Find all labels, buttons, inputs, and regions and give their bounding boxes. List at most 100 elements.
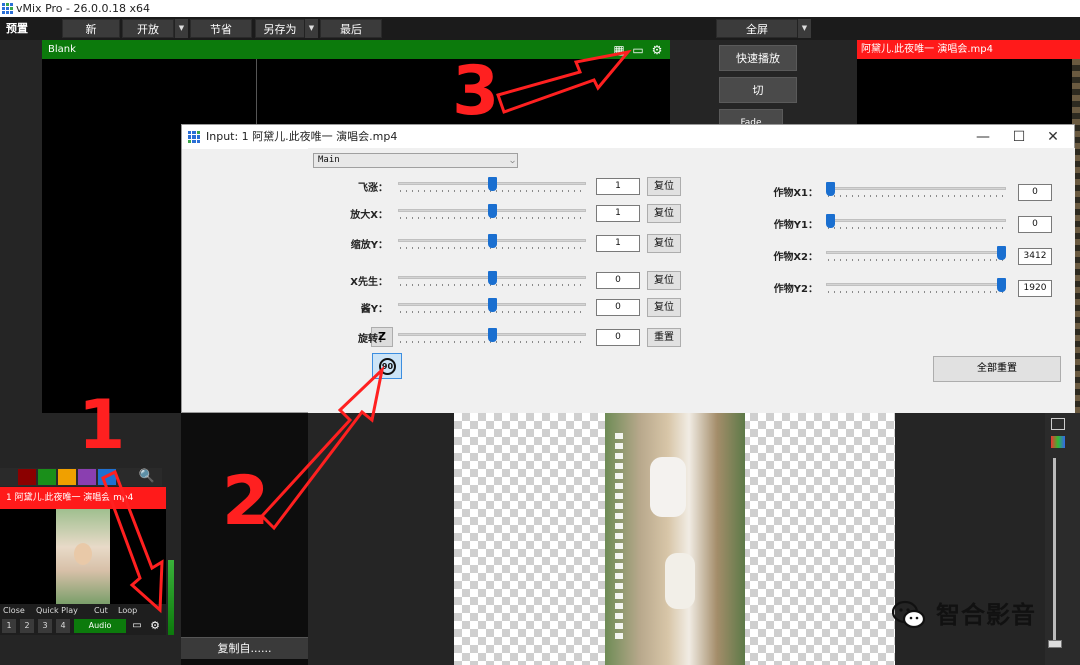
color-icon[interactable] <box>1051 436 1065 448</box>
param-reset-button[interactable]: 复位 <box>647 298 681 317</box>
cut-button[interactable]: 切 <box>719 77 797 103</box>
crop-label: 作物Y1： <box>773 220 818 231</box>
overlay-4-button[interactable]: 4 <box>56 619 70 633</box>
close-button[interactable]: Close <box>3 604 25 618</box>
reset-all-button[interactable]: 全部重置 <box>933 356 1061 382</box>
crop-label: 作物X2： <box>773 252 818 263</box>
param-reset-button[interactable]: 重置 <box>647 328 681 347</box>
param-value-input[interactable]: 0 <box>596 329 640 346</box>
audio-button[interactable]: Audio <box>74 619 126 633</box>
app-title: vMix Pro - 26.0.0.18 x64 <box>16 2 150 15</box>
param-value-input[interactable]: 0 <box>596 299 640 316</box>
preview-title: Blank <box>48 44 76 55</box>
close-icon[interactable]: ✕ <box>1036 125 1070 149</box>
preview-label: 预置 <box>6 22 28 35</box>
param-value-input[interactable]: 1 <box>596 205 640 222</box>
slider-thumb[interactable] <box>488 271 497 285</box>
param-label: X先生： <box>350 277 388 288</box>
app-titlebar: vMix Pro - 26.0.0.18 x64 <box>0 0 1080 17</box>
loop-button[interactable]: Loop <box>118 604 137 618</box>
rotate-90-icon: 90 <box>379 358 396 375</box>
last-button[interactable]: 最后 <box>320 19 382 38</box>
rotate-90-button[interactable]: 90 <box>372 353 402 379</box>
crop-value-input[interactable]: 0 <box>1018 184 1052 201</box>
cut-small-button[interactable]: Cut <box>94 604 108 618</box>
open-dropdown-arrow-icon[interactable]: ▼ <box>174 19 188 38</box>
crop-value-input[interactable]: 3412 <box>1018 248 1052 265</box>
color-tag-blue[interactable] <box>98 469 116 485</box>
slider-thumb[interactable] <box>826 214 835 228</box>
video-figure <box>650 457 686 517</box>
save-as-dropdown-arrow-icon[interactable]: ▼ <box>304 19 318 38</box>
vmix-logo-icon <box>2 3 13 14</box>
minimize-icon[interactable]: — <box>966 125 1000 149</box>
input-gear-icon[interactable]: ⚙ <box>148 619 162 633</box>
crop-value-input[interactable]: 1920 <box>1018 280 1052 297</box>
crop-slider[interactable] <box>826 214 1006 232</box>
screen-icon[interactable]: ▭ <box>631 43 645 57</box>
color-tag-green[interactable] <box>38 469 56 485</box>
output-header: 阿黛儿.此夜唯一 演唱会.mp4 <box>857 40 1080 59</box>
color-tag-orange[interactable] <box>58 469 76 485</box>
param-value-input[interactable]: 1 <box>596 178 640 195</box>
screen-small-icon[interactable] <box>1051 418 1065 430</box>
audio-vu-meter <box>168 560 174 635</box>
param-slider[interactable] <box>398 271 586 289</box>
search-icon[interactable]: 🔍 <box>138 469 156 485</box>
multiview-icon[interactable]: ▦ <box>612 43 626 57</box>
overlay-1-button[interactable]: 1 <box>2 619 16 633</box>
layer-select-value: Main <box>318 155 340 165</box>
slider-thumb[interactable] <box>488 177 497 191</box>
overlay-2-button[interactable]: 2 <box>20 619 34 633</box>
slider-track <box>826 219 1006 222</box>
param-slider[interactable] <box>398 234 586 252</box>
dialog-titlebar: Input: 1 阿黛儿.此夜唯一 演唱会.mp4 — ☐ ✕ <box>182 125 1074 149</box>
input-quick-controls: Close Quick Play Cut Loop <box>0 604 166 618</box>
slider-thumb[interactable] <box>488 234 497 248</box>
crop-slider[interactable] <box>826 278 1006 296</box>
fullscreen-dropdown-arrow-icon[interactable]: ▼ <box>797 19 811 38</box>
param-slider[interactable] <box>398 204 586 222</box>
slider-track <box>826 283 1006 286</box>
overlay-3-button[interactable]: 3 <box>38 619 52 633</box>
param-value-input[interactable]: 0 <box>596 272 640 289</box>
quick-play-small-button[interactable]: Quick Play <box>36 604 78 618</box>
param-value-input[interactable]: 1 <box>596 235 640 252</box>
crop-slider[interactable] <box>826 246 1006 264</box>
input-thumbnail[interactable] <box>0 509 166 604</box>
param-slider[interactable] <box>398 328 586 346</box>
maximize-icon[interactable]: ☐ <box>1002 125 1036 149</box>
monitor-icon[interactable]: ▭ <box>130 619 144 633</box>
param-reset-button[interactable]: 复位 <box>647 234 681 253</box>
quick-play-button[interactable]: 快速播放 <box>719 45 797 71</box>
param-reset-button[interactable]: 复位 <box>647 204 681 223</box>
param-label: 缩放Y： <box>350 240 388 251</box>
slider-thumb[interactable] <box>488 204 497 218</box>
input-header[interactable]: 1 阿黛儿.此夜唯一 演唱会.mp4 <box>0 487 166 509</box>
slider-ticks <box>828 227 1004 229</box>
layer-select[interactable]: Main ⌵ <box>313 153 518 168</box>
save-button[interactable]: 节省 <box>190 19 252 38</box>
param-reset-button[interactable]: 复位 <box>647 271 681 290</box>
param-slider[interactable] <box>398 298 586 316</box>
slider-thumb[interactable] <box>488 328 497 342</box>
save-as-button[interactable]: 另存为 <box>255 19 305 38</box>
crop-value-input[interactable]: 0 <box>1018 216 1052 233</box>
crop-slider[interactable] <box>826 182 1006 200</box>
color-tag-bar: 🔍 <box>0 468 162 486</box>
slider-thumb[interactable] <box>826 182 835 196</box>
fullscreen-button[interactable]: 全屏 <box>716 19 798 38</box>
param-reset-button[interactable]: 复位 <box>647 177 681 196</box>
gear-icon[interactable]: ⚙ <box>650 43 664 57</box>
slider-thumb[interactable] <box>488 298 497 312</box>
new-button[interactable]: 新 <box>62 19 120 38</box>
color-tag-red[interactable] <box>18 469 36 485</box>
slider-thumb[interactable] <box>997 246 1006 260</box>
param-slider[interactable] <box>398 177 586 195</box>
color-tag-purple[interactable] <box>78 469 96 485</box>
copy-from-button[interactable]: 复制自...... <box>181 637 308 659</box>
fader-knob[interactable] <box>1048 640 1062 648</box>
param-label: 放大X： <box>350 210 388 221</box>
open-button[interactable]: 开放 <box>122 19 174 38</box>
slider-thumb[interactable] <box>997 278 1006 292</box>
